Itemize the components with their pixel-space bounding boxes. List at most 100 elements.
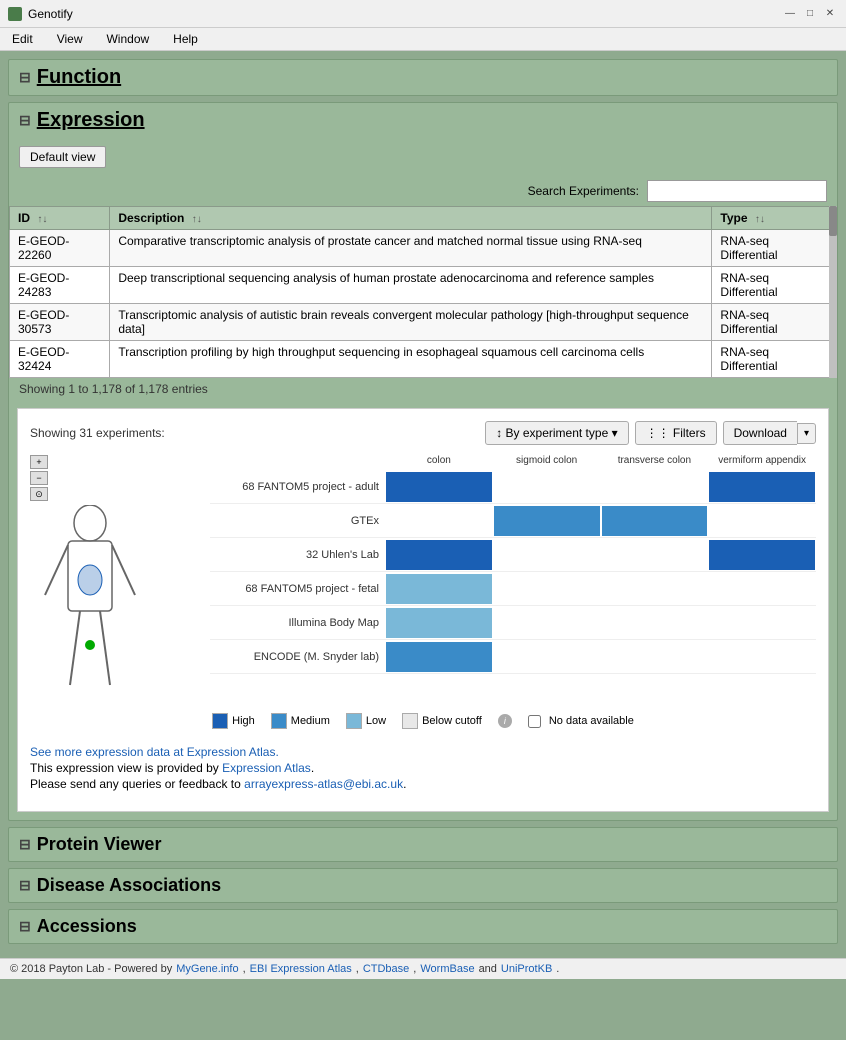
col-id[interactable]: ID ↑↓ <box>10 207 110 230</box>
protein-viewer-section: ⊟ Protein Viewer <box>8 827 838 862</box>
protein-viewer-header[interactable]: ⊟ Protein Viewer <box>9 828 837 861</box>
default-view-button[interactable]: Default view <box>19 146 106 168</box>
menu-view[interactable]: View <box>53 30 87 48</box>
heatmap-container: + − ⊙ <box>30 455 816 705</box>
filters-button[interactable]: ⋮⋮ Filters <box>635 421 717 445</box>
scrollbar-thumb[interactable] <box>829 206 837 236</box>
experiments-table: ID ↑↓ Description ↑↓ Type ↑↓ <box>9 206 837 378</box>
app-title: Genotify <box>28 7 73 21</box>
heatmap-col-header: vermiform appendix <box>708 455 816 470</box>
heatmap-cell[interactable] <box>494 608 600 638</box>
download-button[interactable]: Download <box>723 421 797 445</box>
heatmap-cell[interactable] <box>494 472 600 502</box>
heatmap-cell[interactable] <box>709 608 815 638</box>
menu-help[interactable]: Help <box>169 30 202 48</box>
heatmap-cell[interactable] <box>602 608 708 638</box>
expression-controls: Default view <box>9 138 837 176</box>
heatmap-row: 68 FANTOM5 project - adult <box>210 470 816 504</box>
heatmap-col-header: sigmoid colon <box>493 455 601 470</box>
legend-below-box <box>402 713 418 729</box>
cell-description: Transcription profiling by high throughp… <box>110 341 712 378</box>
legend-high-label: High <box>232 715 255 727</box>
info-icon[interactable]: i <box>498 714 512 728</box>
minimize-button[interactable]: — <box>782 6 798 22</box>
atlas-info-line1: This expression view is provided by Expr… <box>30 761 816 775</box>
heatmap-cell[interactable] <box>709 472 815 502</box>
footer-link-ctd[interactable]: CTDbase <box>363 963 409 975</box>
heatmap-cell[interactable] <box>709 506 815 536</box>
table-row[interactable]: E-GEOD-32424 Transcription profiling by … <box>10 341 837 378</box>
menu-window[interactable]: Window <box>102 30 153 48</box>
body-zoom-in-button[interactable]: + <box>30 455 48 469</box>
body-zoom-out-button[interactable]: − <box>30 471 48 485</box>
accessions-section: ⊟ Accessions <box>8 909 838 944</box>
no-data-checkbox[interactable] <box>528 715 541 728</box>
heatmap-cell[interactable] <box>602 574 708 604</box>
heatmap-cell[interactable] <box>602 540 708 570</box>
table-row[interactable]: E-GEOD-22260 Comparative transcriptomic … <box>10 230 837 267</box>
heatmap-cell[interactable] <box>494 642 600 672</box>
footer-link-uniprot[interactable]: UniProtKB <box>501 963 552 975</box>
body-reset-button[interactable]: ⊙ <box>30 487 48 501</box>
disease-associations-title: Disease Associations <box>37 875 221 896</box>
heatmap-cell[interactable] <box>386 472 492 502</box>
search-input[interactable] <box>647 180 827 202</box>
heatmap-cell[interactable] <box>386 506 492 536</box>
email-link[interactable]: arrayexpress-atlas@ebi.ac.uk <box>244 777 403 791</box>
accessions-toggle-icon: ⊟ <box>19 918 31 935</box>
page-footer: © 2018 Payton Lab - Powered by MyGene.in… <box>0 958 846 979</box>
expression-section-header[interactable]: ⊟ Expression <box>9 103 837 138</box>
heatmap-cell[interactable] <box>602 506 708 536</box>
cell-id: E-GEOD-24283 <box>10 267 110 304</box>
heatmap-col-header: colon <box>385 455 493 470</box>
footer-link-wormbase[interactable]: WormBase <box>420 963 474 975</box>
col-description[interactable]: Description ↑↓ <box>110 207 712 230</box>
heatmap-cell[interactable] <box>386 642 492 672</box>
download-dropdown-button[interactable]: ▾ <box>797 423 816 444</box>
atlas-link-line: See more expression data at Expression A… <box>30 745 816 759</box>
footer-and: and <box>479 963 497 975</box>
body-svg <box>30 505 150 705</box>
heatmap-cell[interactable] <box>709 642 815 672</box>
heatmap-row-label: ENCODE (M. Snyder lab) <box>210 651 385 663</box>
legend-medium-box <box>271 713 287 729</box>
accessions-header[interactable]: ⊟ Accessions <box>9 910 837 943</box>
heatmap-cell[interactable] <box>709 540 815 570</box>
see-more-link[interactable]: See more expression data at Expression A… <box>30 745 279 759</box>
heatmap-row-label: Illumina Body Map <box>210 617 385 629</box>
heatmap-cell[interactable] <box>602 472 708 502</box>
col-type[interactable]: Type ↑↓ <box>712 207 837 230</box>
footer-link-mygene[interactable]: MyGene.info <box>176 963 238 975</box>
maximize-button[interactable]: □ <box>802 6 818 22</box>
footer-link-ebi[interactable]: EBI Expression Atlas <box>250 963 352 975</box>
heatmap-cell[interactable] <box>386 608 492 638</box>
legend-high-box <box>212 713 228 729</box>
expression-atlas-link[interactable]: Expression Atlas <box>222 761 311 775</box>
menu-edit[interactable]: Edit <box>8 30 37 48</box>
heatmap-cell[interactable] <box>386 574 492 604</box>
by-experiment-type-button[interactable]: ↕ By experiment type ▾ <box>485 421 628 445</box>
scrollbar[interactable] <box>829 206 837 378</box>
legend-medium: Medium <box>271 713 330 729</box>
table-row[interactable]: E-GEOD-24283 Deep transcriptional sequen… <box>10 267 837 304</box>
table-row[interactable]: E-GEOD-30573 Transcriptomic analysis of … <box>10 304 837 341</box>
heatmap-cell[interactable] <box>709 574 815 604</box>
heatmap-cell[interactable] <box>494 540 600 570</box>
heatmap-row-label: 68 FANTOM5 project - adult <box>210 481 385 493</box>
cell-id: E-GEOD-22260 <box>10 230 110 267</box>
heatmap-row-label: 68 FANTOM5 project - fetal <box>210 583 385 595</box>
heatmap-cell[interactable] <box>494 506 600 536</box>
heatmap-cell[interactable] <box>494 574 600 604</box>
atlas-info-text2: Please send any queries or feedback to <box>30 777 241 791</box>
heatmap-cell[interactable] <box>386 540 492 570</box>
legend-high: High <box>212 713 255 729</box>
heatmap-cell[interactable] <box>602 642 708 672</box>
legend-low-box <box>346 713 362 729</box>
cell-type: RNA-seq Differential <box>712 267 837 304</box>
function-section-header[interactable]: ⊟ Function <box>9 60 837 95</box>
close-button[interactable]: ✕ <box>822 6 838 22</box>
legend-no-data: No data available <box>528 715 634 728</box>
protein-viewer-title: Protein Viewer <box>37 834 162 855</box>
cell-id: E-GEOD-30573 <box>10 304 110 341</box>
disease-associations-header[interactable]: ⊟ Disease Associations <box>9 869 837 902</box>
